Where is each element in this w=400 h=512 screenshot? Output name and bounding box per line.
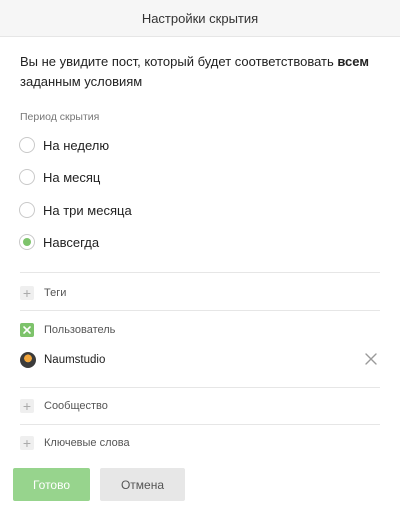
radio-label: Навсегда xyxy=(43,234,100,250)
radio-week[interactable]: На неделю xyxy=(19,135,109,155)
radio-label: На месяц xyxy=(43,169,101,185)
avatar xyxy=(20,352,36,368)
filter-label: Сообщество xyxy=(44,400,108,412)
description-text-end: заданным условиям xyxy=(20,74,143,89)
filter-label: Пользователь xyxy=(44,324,116,336)
filter-keywords[interactable]: + Ключевые слова xyxy=(20,435,130,451)
divider xyxy=(20,424,380,425)
radio-label: На три месяца xyxy=(43,202,132,218)
divider xyxy=(20,387,380,388)
done-button[interactable]: Готово xyxy=(13,468,90,501)
username: Naumstudio xyxy=(44,354,106,366)
divider xyxy=(20,310,380,311)
radio-month[interactable]: На месяц xyxy=(19,167,100,187)
hide-description: Вы не увидите пост, который будет соотве… xyxy=(20,52,380,92)
dialog-title: Настройки скрытия xyxy=(141,10,259,26)
plus-icon[interactable]: + xyxy=(20,399,34,413)
radio-three-months[interactable]: На три месяца xyxy=(19,200,132,220)
radio-label: На неделю xyxy=(43,137,110,153)
description-text: Вы не увидите пост, который будет соотве… xyxy=(20,54,338,69)
check-icon[interactable] xyxy=(20,323,34,337)
divider xyxy=(20,272,380,273)
filter-label: Теги xyxy=(44,287,67,299)
cancel-button[interactable]: Отмена xyxy=(100,468,185,501)
filter-community[interactable]: + Сообщество xyxy=(20,398,108,414)
radio-button[interactable] xyxy=(19,137,35,153)
filter-tags[interactable]: + Теги xyxy=(20,285,66,301)
close-icon[interactable] xyxy=(364,352,378,366)
radio-button[interactable] xyxy=(19,169,35,185)
radio-forever[interactable]: Навсегда xyxy=(19,232,99,252)
filter-label: Ключевые слова xyxy=(44,437,130,449)
description-bold: всем xyxy=(337,54,369,69)
filter-user[interactable]: Пользователь xyxy=(20,322,115,338)
period-label: Период скрытия xyxy=(20,111,100,123)
dialog-header: Настройки скрытия xyxy=(0,0,400,37)
plus-icon[interactable]: + xyxy=(20,436,34,450)
plus-icon[interactable]: + xyxy=(20,286,34,300)
radio-button[interactable] xyxy=(19,202,35,218)
radio-button-selected[interactable] xyxy=(19,234,35,250)
selected-user: Naumstudio xyxy=(20,350,380,370)
